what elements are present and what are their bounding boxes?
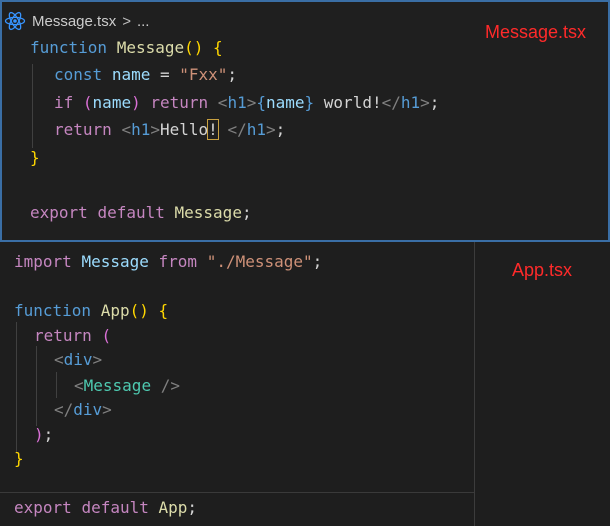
token-keyword: export — [14, 498, 72, 517]
token-brace: { — [213, 38, 223, 57]
code-line[interactable]: </div> — [54, 400, 112, 420]
code-line[interactable]: <Message /> — [74, 376, 180, 396]
token-paren: ) — [131, 93, 141, 112]
token-tag-bracket: </ — [54, 400, 74, 419]
breadcrumb-more[interactable]: ... — [137, 13, 150, 30]
token-paren: ( — [101, 326, 112, 345]
token-brace: } — [304, 93, 315, 112]
token-function-name: App — [158, 498, 188, 517]
token-brace: } — [30, 148, 40, 167]
token-keyword: function — [14, 301, 92, 320]
token-function-name: App — [100, 301, 130, 320]
token-keyword: import — [14, 252, 72, 271]
breadcrumb[interactable]: Message.tsx > ... — [4, 10, 149, 32]
token-paren: ( — [82, 93, 93, 112]
token-tag: h1 — [246, 120, 266, 139]
token-keyword: if — [54, 93, 74, 112]
chevron-right-icon: > — [122, 12, 131, 30]
token-tag-bracket: > — [150, 120, 160, 139]
message-file-label: Message.tsx — [484, 22, 586, 42]
token-brace: { — [256, 93, 266, 112]
token-string: "./Message" — [206, 252, 313, 271]
token-parens: () — [129, 301, 149, 320]
token-semicolon: ; — [43, 425, 54, 444]
token-tag-bracket: < — [121, 120, 132, 139]
token-tag-bracket: </ — [227, 120, 247, 139]
react-icon — [4, 10, 26, 32]
token-tag: div — [73, 400, 103, 419]
token-tag-bracket: /> — [151, 376, 180, 395]
token-semicolon: ; — [275, 120, 286, 139]
app-file-label: App.tsx — [512, 260, 573, 280]
message-editor-panel: Message.tsx > ... Message.tsx function M… — [0, 0, 610, 242]
current-line-highlight — [0, 492, 474, 493]
token-variable: name — [265, 93, 305, 112]
indent-guide — [36, 346, 37, 426]
code-line[interactable]: ); — [34, 425, 53, 445]
token-keyword: function — [30, 38, 108, 57]
code-line[interactable]: } — [14, 449, 24, 469]
token-keyword: default — [81, 498, 149, 517]
code-line[interactable]: <div> — [54, 350, 102, 370]
token-tag-bracket: < — [54, 350, 64, 369]
token-tag-bracket: < — [74, 376, 84, 395]
indent-guide — [32, 64, 33, 148]
token-semicolon: ; — [227, 65, 238, 84]
token-tag: h1 — [400, 93, 421, 112]
token-tag-bracket: > — [102, 400, 112, 419]
token-jsx-text: world! — [314, 93, 382, 112]
token-identifier: Message — [81, 252, 149, 271]
token-component: Message — [83, 376, 152, 395]
code-line[interactable]: function App() { — [14, 301, 168, 321]
token-keyword: return — [34, 326, 92, 345]
token-tag-bracket: > — [265, 120, 276, 139]
indent-guide — [56, 372, 57, 398]
token-function-name: Message — [116, 38, 185, 57]
token-parens: () — [184, 38, 204, 57]
code-line[interactable]: return ( — [34, 326, 111, 346]
app-editor-panel: App.tsx import Message from "./Message";… — [0, 242, 610, 526]
token-jsx-text — [218, 120, 228, 139]
token-brace: { — [158, 301, 169, 320]
breadcrumb-file[interactable]: Message.tsx — [32, 13, 116, 30]
code-line[interactable]: function Message() { — [30, 38, 223, 58]
token-keyword: return — [54, 120, 112, 139]
code-line[interactable]: import Message from "./Message"; — [14, 252, 322, 272]
token-semicolon: ; — [429, 93, 440, 112]
token-tag-bracket: > — [420, 93, 430, 112]
token-brace: } — [14, 449, 24, 468]
text-cursor-selection[interactable]: ! — [207, 119, 219, 140]
token-tag-bracket: > — [246, 93, 257, 112]
token-keyword: return — [150, 93, 209, 112]
token-tag-bracket: > — [92, 350, 103, 369]
panel-divider — [474, 242, 475, 526]
token-variable: name — [92, 93, 132, 112]
token-variable: name — [111, 65, 151, 84]
token-string: "Fxx" — [179, 65, 228, 84]
token-keyword: const — [54, 65, 103, 84]
code-line[interactable]: export default Message; — [30, 203, 252, 223]
token-keyword: default — [97, 203, 165, 222]
token-tag: h1 — [227, 93, 247, 112]
token-tag-bracket: </ — [381, 93, 401, 112]
code-line[interactable]: export default App; — [14, 498, 197, 518]
token-tag-bracket: < — [217, 93, 228, 112]
token-semicolon: ; — [312, 252, 323, 271]
code-line[interactable]: return <h1>Hello! </h1>; — [54, 119, 286, 140]
token-function-name: Message — [174, 203, 242, 222]
token-tag: div — [63, 350, 93, 369]
token-keyword: export — [30, 203, 88, 222]
token-tag: h1 — [131, 120, 151, 139]
indent-guide — [16, 322, 17, 452]
token-operator: = — [150, 65, 180, 84]
token-semicolon: ; — [187, 498, 198, 517]
token-jsx-text: Hello — [159, 120, 209, 139]
code-line[interactable]: const name = "Fxx"; — [54, 65, 237, 85]
code-line[interactable]: if (name) return <h1>{name} world!</h1>; — [54, 93, 439, 113]
token-paren: ) — [34, 425, 44, 444]
code-line[interactable]: } — [30, 148, 40, 168]
token-keyword: from — [158, 252, 198, 271]
token-semicolon: ; — [241, 203, 252, 222]
